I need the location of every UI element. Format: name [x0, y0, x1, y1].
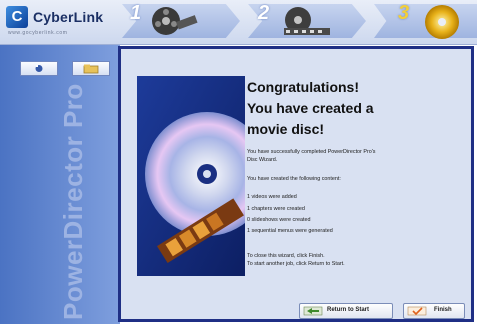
left-sidebar: PowerDirector Pro: [0, 45, 120, 324]
wizard-window: Congratulations! You have created a movi…: [118, 46, 474, 322]
step-3-number: 3: [398, 2, 410, 24]
step-1-number: 1: [130, 2, 142, 24]
title-line-1: Congratulations!: [247, 79, 359, 95]
wizard-content: Congratulations! You have created a movi…: [247, 77, 465, 269]
finish-label: Finish: [434, 307, 452, 313]
title-line-3: movie disc!: [247, 121, 325, 137]
film-reel-icon: [152, 7, 198, 35]
finish-check-icon: [407, 306, 427, 316]
disc-artwork: [137, 76, 245, 276]
created-heading: You have created the following content:: [247, 175, 341, 182]
cyberlink-logo: C CyberLink www.gocyberlink.com: [6, 4, 118, 42]
film-reel-icon: [284, 7, 330, 35]
created-item-chapters: 1 chapters were created: [247, 205, 305, 212]
finish-button[interactable]: Finish: [403, 303, 465, 319]
cyberlink-logo-icon: C: [6, 6, 28, 28]
folder-icon: [83, 64, 99, 74]
return-to-start-button[interactable]: Return to Start: [299, 303, 393, 319]
forward-nav-button[interactable]: [72, 61, 110, 76]
brand-name: CyberLink: [33, 9, 104, 25]
return-to-start-label: Return to Start: [327, 307, 369, 313]
brand-url: www.gocyberlink.com: [8, 30, 68, 36]
vertical-brand-text: PowerDirector Pro: [58, 83, 88, 320]
back-nav-button[interactable]: [20, 61, 58, 76]
intro-text-line-1: You have successfully completed PowerDir…: [247, 149, 376, 155]
created-item-menus: 1 sequential menus were generated: [247, 228, 333, 235]
intro-text-line-2: Disc Wizard.: [247, 157, 278, 164]
preview-icon: [35, 65, 43, 72]
disc-icon: [425, 5, 459, 39]
return-arrow-icon: [303, 306, 323, 316]
instruction-finish: To close this wizard, click Finish.: [247, 252, 325, 259]
wizard-header: C CyberLink www.gocyberlink.com 1 2 3: [0, 0, 477, 45]
created-item-videos: 1 videos were added: [247, 194, 297, 201]
instruction-return: To start another job, click Return to St…: [247, 261, 345, 268]
created-item-slideshows: 0 slideshows were created: [247, 217, 311, 224]
title-line-2: You have created a: [247, 100, 374, 116]
step-2-number: 2: [258, 2, 270, 24]
